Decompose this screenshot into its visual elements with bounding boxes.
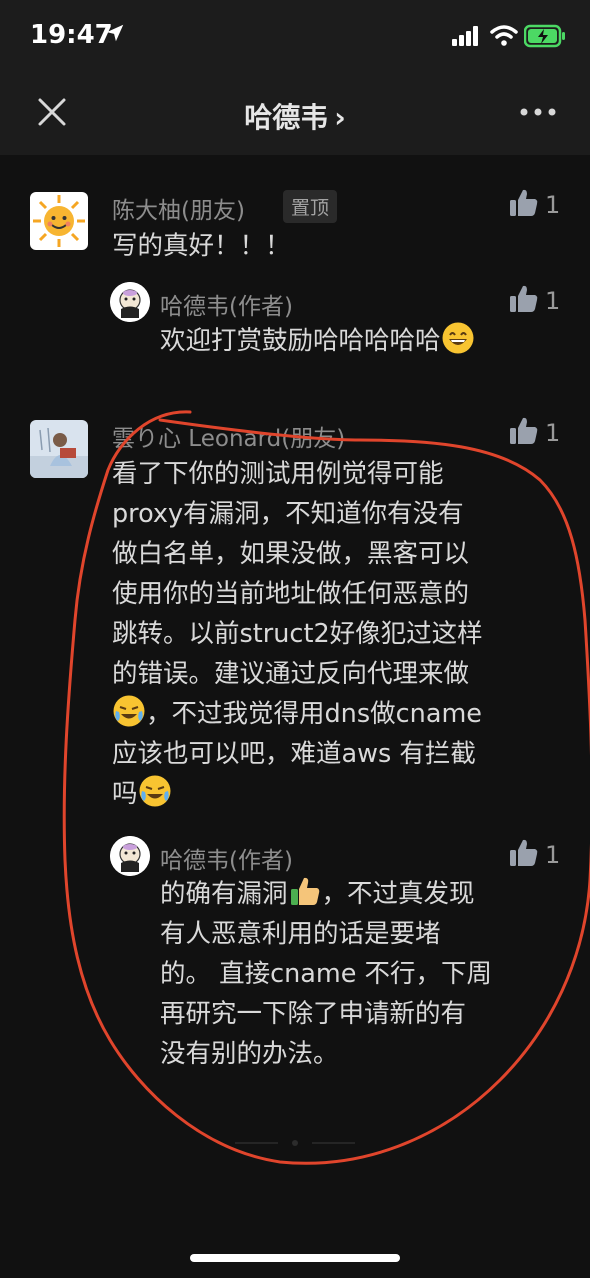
like-count: 1 xyxy=(545,191,561,219)
reply-author[interactable]: 哈德韦(作者) xyxy=(160,287,293,321)
reply-text-line: 的。 直接cname 不行，下周 xyxy=(160,959,493,989)
reply-text-line-with-emoji: 的确有漏洞 ，不过真发现 xyxy=(160,874,560,914)
comment-text-line-with-emoji: ，不过我觉得用dns做cname xyxy=(112,694,572,734)
like-icon[interactable] xyxy=(508,283,540,315)
cellular-signal-icon xyxy=(452,26,478,46)
reply-text-line: 没有别的办法。 xyxy=(160,1039,339,1069)
like-icon[interactable] xyxy=(508,187,540,219)
page-title[interactable]: 哈德韦 › xyxy=(0,96,590,136)
page-title-text: 哈德韦 xyxy=(244,101,329,134)
location-arrow-icon xyxy=(106,24,124,42)
reply-text-line: 再研究一下除了申请新的有 xyxy=(160,999,467,1029)
comment-text-line: 看了下你的测试用例觉得可能 xyxy=(112,459,444,489)
reply-text-line: 的确有漏洞 xyxy=(160,879,288,909)
home-indicator[interactable] xyxy=(190,1254,400,1262)
comment-text-line: 使用你的当前地址做任何恶意的 xyxy=(112,579,470,609)
reply-text-content: 欢迎打赏鼓励哈哈哈哈哈 xyxy=(160,326,441,356)
status-time: 19:47 xyxy=(30,20,113,50)
comment-text: 写的真好！！！ xyxy=(112,231,291,261)
comment-text-line: ，不过我觉得用dns做cname xyxy=(146,699,482,729)
comment-text-line: 跳转。以前struct2好像犯过这样 xyxy=(112,619,483,649)
chevron-right-icon: › xyxy=(334,101,346,134)
crying-laughing-face-icon xyxy=(139,775,171,807)
author-avatar[interactable] xyxy=(110,282,150,322)
reply-text-line: 有人恶意利用的话是要堵 xyxy=(160,919,441,949)
comment-text-line-with-emoji: 吗 xyxy=(112,774,572,814)
comment-text-line: 吗 xyxy=(112,779,138,809)
comment-text-line: 的错误。建议通过反向代理来做 xyxy=(112,659,470,689)
avatar[interactable] xyxy=(30,420,88,478)
like-count: 1 xyxy=(545,287,561,315)
pinned-badge: 置顶 xyxy=(283,190,338,223)
reply-author[interactable]: 哈德韦(作者) xyxy=(160,841,293,875)
reply-text: 欢迎打赏鼓励哈哈哈哈哈 xyxy=(160,321,475,361)
comment-author[interactable]: 陈大柚(朋友) xyxy=(112,191,245,225)
like-icon[interactable] xyxy=(508,837,540,869)
reply-text: 的确有漏洞 ，不过真发现 有人恶意利用的话是要堵 的。 直接cname 不行，下… xyxy=(160,874,560,1074)
more-icon[interactable] xyxy=(518,100,558,124)
avatar[interactable] xyxy=(30,192,88,250)
comment-text-line: proxy有漏洞，不知道你有没有 xyxy=(112,499,464,529)
like-icon[interactable] xyxy=(508,415,540,447)
reply-text-line: ，不过真发现 xyxy=(321,879,475,909)
thumbs-up-emoji-icon xyxy=(290,877,319,905)
wifi-icon xyxy=(490,25,518,46)
like-count: 1 xyxy=(545,419,561,447)
comment-text: 看了下你的测试用例觉得可能 proxy有漏洞，不知道你有没有 做白名单，如果没做… xyxy=(112,454,572,814)
comment-text-line: 应该也可以吧，难道aws 有拦截 xyxy=(112,739,476,769)
grinning-face-icon xyxy=(442,322,474,354)
author-avatar[interactable] xyxy=(110,836,150,876)
crying-laughing-face-icon xyxy=(113,695,145,727)
comment-text-line: 做白名单，如果没做，黑客可以 xyxy=(112,539,470,569)
battery-charging-icon xyxy=(524,24,565,48)
comment-author[interactable]: 雲り心 Leonard(朋友) xyxy=(112,419,345,453)
like-count: 1 xyxy=(545,841,561,869)
end-of-list-divider xyxy=(235,1140,355,1146)
